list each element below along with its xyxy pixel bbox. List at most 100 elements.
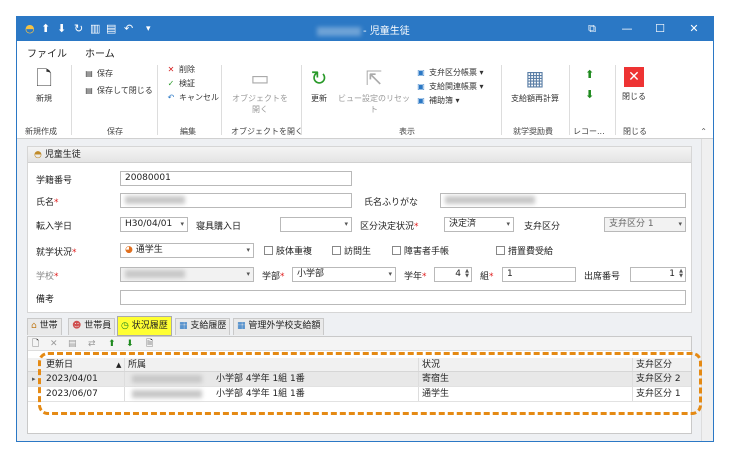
up-icon[interactable]: ⬆ bbox=[108, 338, 116, 350]
decision-label: 区分決定状況* bbox=[360, 222, 419, 232]
status-select[interactable]: ◕ 通学生 ▾ bbox=[120, 243, 254, 258]
close-icon: ✕ bbox=[624, 67, 644, 87]
recalc-button[interactable]: ▦ 支給額再計算 bbox=[507, 67, 563, 104]
column-header-date[interactable]: 更新日 bbox=[46, 358, 73, 372]
cell-affiliation: 小学部 4学年 1組 1番 bbox=[216, 374, 305, 384]
cancel-button[interactable]: ↶ キャンセル bbox=[165, 92, 219, 104]
cell-payment-class: 支弁区分 1 bbox=[636, 389, 681, 399]
check-icon: ✓ bbox=[167, 79, 175, 88]
save-icon[interactable]: ▤ bbox=[106, 22, 116, 36]
school-select[interactable]: ▾ bbox=[120, 267, 254, 282]
status-history-grid: 🗋 ✕ ▤ ⇄ ⬆ ⬇ 🗎 更新日 ▲ 所属 状況 支弁区分 ▸ 2023/04… bbox=[27, 336, 692, 434]
close-button[interactable]: ✕ 閉じる bbox=[621, 67, 647, 102]
tab-household-members[interactable]: ☻ 世帯員 bbox=[68, 318, 116, 335]
back-arrow-icon[interactable]: ↶ bbox=[124, 22, 133, 36]
grade-label: 学年* bbox=[404, 272, 427, 282]
remarks-input[interactable] bbox=[120, 290, 686, 305]
column-header-affiliation[interactable]: 所属 bbox=[128, 358, 146, 372]
attendance-spinner[interactable]: 1 ▲ ▼ bbox=[630, 267, 686, 282]
table-row[interactable]: ▸ 2023/04/01 小学部 4学年 1組 1番 寄宿生 支弁区分 2 bbox=[28, 372, 691, 387]
vertical-scrollbar[interactable] bbox=[701, 139, 713, 441]
payment-class-report-button[interactable]: ▣ 支弁区分帳票 ▾ bbox=[415, 67, 483, 79]
group-label-record: レコー... bbox=[573, 127, 605, 136]
save-close-icon: ▤ bbox=[85, 86, 93, 95]
school-icon: ▦ bbox=[237, 321, 246, 331]
tab-household[interactable]: ⌂ 世帯 bbox=[27, 318, 62, 335]
name-input[interactable] bbox=[120, 193, 352, 208]
download-icon[interactable]: ⬇ bbox=[57, 22, 66, 36]
window-title: - 児童生徒 bbox=[317, 22, 410, 37]
tab-payment-history[interactable]: ▦ 支給履歴 bbox=[175, 318, 231, 335]
menu-bar: ファイル ホーム bbox=[17, 41, 713, 63]
down-icon[interactable]: ⬇ bbox=[126, 338, 134, 350]
clock-icon: ◷ bbox=[121, 321, 129, 331]
transfer-date-label: 転入学日 bbox=[36, 222, 73, 232]
bedding-date-input[interactable]: ▾ bbox=[280, 217, 352, 232]
link-icon[interactable]: ⇄ bbox=[88, 338, 96, 350]
class-label: 組* bbox=[480, 272, 494, 282]
cell-affiliation-redacted bbox=[132, 387, 202, 401]
group-label-new: 新規作成 bbox=[25, 127, 57, 136]
new-row-icon[interactable]: 🗋 bbox=[32, 338, 39, 350]
quick-access-dropdown-icon[interactable]: ▾ bbox=[146, 22, 151, 36]
ledger-icon: ▣ bbox=[417, 96, 425, 105]
new-button[interactable]: 🗋 新規 bbox=[29, 67, 59, 104]
report-icon: ▣ bbox=[417, 82, 425, 91]
column-header-payment-class[interactable]: 支弁区分 bbox=[636, 358, 672, 372]
export-icon[interactable]: 🗎 bbox=[146, 338, 153, 350]
payment-class-select[interactable]: 支弁区分 1 ▾ bbox=[604, 217, 686, 232]
checkbox-visiting[interactable]: 訪問生 bbox=[332, 244, 371, 257]
reset-view-button[interactable]: ⇱ ビュー設定のリセット bbox=[337, 67, 411, 115]
save-button[interactable]: ▤ 保存 bbox=[83, 68, 113, 80]
decision-select[interactable]: 決定済 ▾ bbox=[444, 217, 514, 232]
subledger-button[interactable]: ▣ 補助簿 ▾ bbox=[415, 95, 459, 107]
group-label-open-object: オブジェクトを開く bbox=[231, 127, 303, 136]
checkbox-measure-fee[interactable]: 措置費受給 bbox=[496, 244, 553, 257]
payment-related-report-button[interactable]: ▣ 支給関連帳票 ▾ bbox=[415, 81, 483, 93]
table-row[interactable]: 2023/06/07 小学部 4学年 1組 1番 通学生 支弁区分 1 bbox=[28, 387, 691, 402]
record-up-icon[interactable]: ⬆ bbox=[585, 69, 594, 81]
refresh-button[interactable]: ↻ 更新 bbox=[307, 67, 331, 104]
grid-toolbar: 🗋 ✕ ▤ ⇄ ⬆ ⬇ 🗎 bbox=[28, 337, 691, 351]
record-down-icon[interactable]: ⬇ bbox=[585, 89, 594, 101]
save-grid-icon[interactable]: ▤ bbox=[68, 338, 77, 350]
save-close-button[interactable]: ▤ 保存して閉じる bbox=[83, 85, 153, 97]
restore-icon[interactable]: ⧉ bbox=[577, 19, 607, 39]
student-no-label: 学籍番号 bbox=[36, 176, 73, 186]
tab-status-history[interactable]: ◷ 状況履歴 bbox=[117, 316, 172, 336]
verify-button[interactable]: ✓ 検証 bbox=[165, 78, 195, 90]
sort-ascending-icon: ▲ bbox=[116, 361, 122, 369]
menu-file[interactable]: ファイル bbox=[27, 45, 67, 60]
bedding-date-label: 寝具購入日 bbox=[196, 222, 242, 232]
home-icon: ⌂ bbox=[31, 321, 37, 331]
student-no-input[interactable]: 20080001 bbox=[120, 171, 352, 186]
cell-status: 寄宿生 bbox=[422, 374, 450, 384]
maximize-button[interactable]: ☐ bbox=[645, 19, 675, 39]
columns-icon[interactable]: ▥ bbox=[90, 22, 100, 36]
name-label: 氏名* bbox=[36, 198, 59, 208]
open-object-button[interactable]: ▭ オブジェクトを開く bbox=[229, 67, 291, 115]
tab-external-school-payment[interactable]: ▦ 管理外学校支給額 bbox=[233, 318, 325, 335]
student-panel: ◓ 児童生徒 学籍番号 20080001 氏名* 氏名ふりがな 転入学日 H30… bbox=[27, 146, 692, 313]
delete-button[interactable]: ✕ 削除 bbox=[165, 64, 195, 76]
dept-select[interactable]: 小学部 ▾ bbox=[292, 267, 396, 282]
checkbox-disability-handbook[interactable]: 障害者手帳 bbox=[392, 244, 449, 257]
collapse-ribbon-icon[interactable]: ⌃ bbox=[700, 127, 707, 136]
calculator-icon: ▦ bbox=[525, 66, 545, 90]
column-header-status[interactable]: 状況 bbox=[422, 358, 440, 372]
kana-label: 氏名ふりがな bbox=[364, 198, 419, 208]
close-window-button[interactable]: ✕ bbox=[679, 19, 709, 39]
transfer-date-input[interactable]: H30/04/01 ▾ bbox=[120, 217, 188, 232]
payment-class-label: 支弁区分 bbox=[524, 222, 561, 232]
grade-spinner[interactable]: 4 ▲ ▼ bbox=[434, 267, 472, 282]
minimize-button[interactable]: — bbox=[612, 19, 642, 39]
window-icon: ▭ bbox=[250, 66, 270, 90]
upload-icon[interactable]: ⬆ bbox=[41, 22, 50, 36]
delete-row-icon[interactable]: ✕ bbox=[50, 338, 58, 350]
checkbox-limb-disability[interactable]: 肢体重複 bbox=[264, 244, 312, 257]
attendance-label: 出席番号 bbox=[584, 272, 621, 282]
kana-input[interactable] bbox=[440, 193, 686, 208]
class-input[interactable]: 1 bbox=[502, 267, 576, 282]
status-icon: ◕ bbox=[125, 245, 133, 255]
refresh-icon[interactable]: ↻ bbox=[74, 22, 83, 36]
